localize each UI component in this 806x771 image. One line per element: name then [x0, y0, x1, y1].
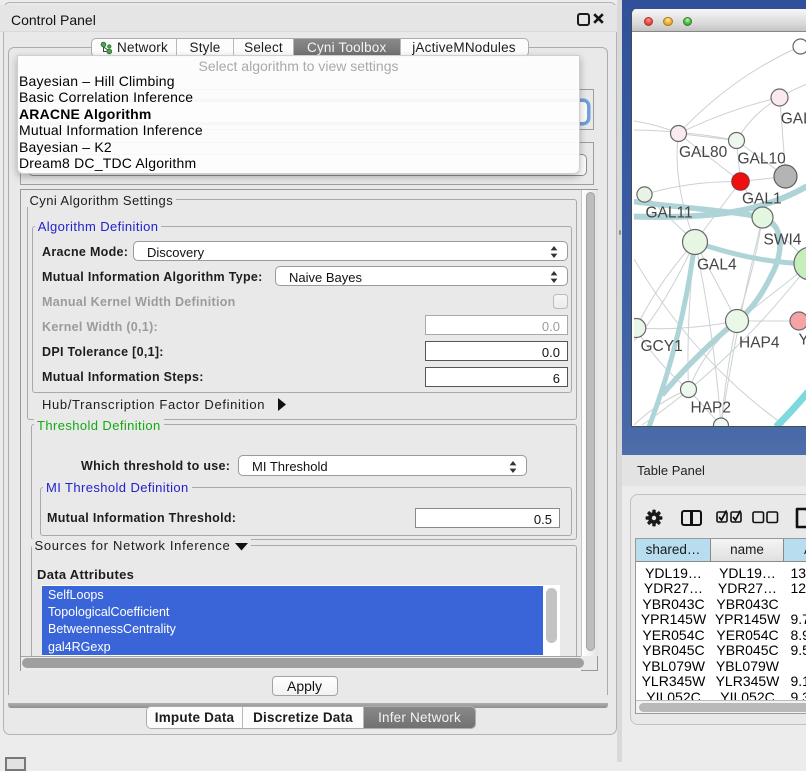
- svg-text:HAP2: HAP2: [690, 399, 731, 416]
- svg-text:GAL2: GAL2: [780, 110, 805, 127]
- svg-text:HAP4: HAP4: [739, 334, 780, 351]
- svg-text:GAL4: GAL4: [697, 256, 737, 273]
- svg-text:SWI4: SWI4: [763, 231, 801, 248]
- svg-text:GAL80: GAL80: [679, 144, 728, 161]
- svg-text:GAL11: GAL11: [645, 204, 692, 221]
- svg-text:GAL1: GAL1: [742, 190, 782, 207]
- svg-text:GCY1: GCY1: [640, 338, 682, 355]
- svg-text:GAL10: GAL10: [737, 150, 786, 167]
- svg-text:YMR1: YMR1: [798, 331, 806, 348]
